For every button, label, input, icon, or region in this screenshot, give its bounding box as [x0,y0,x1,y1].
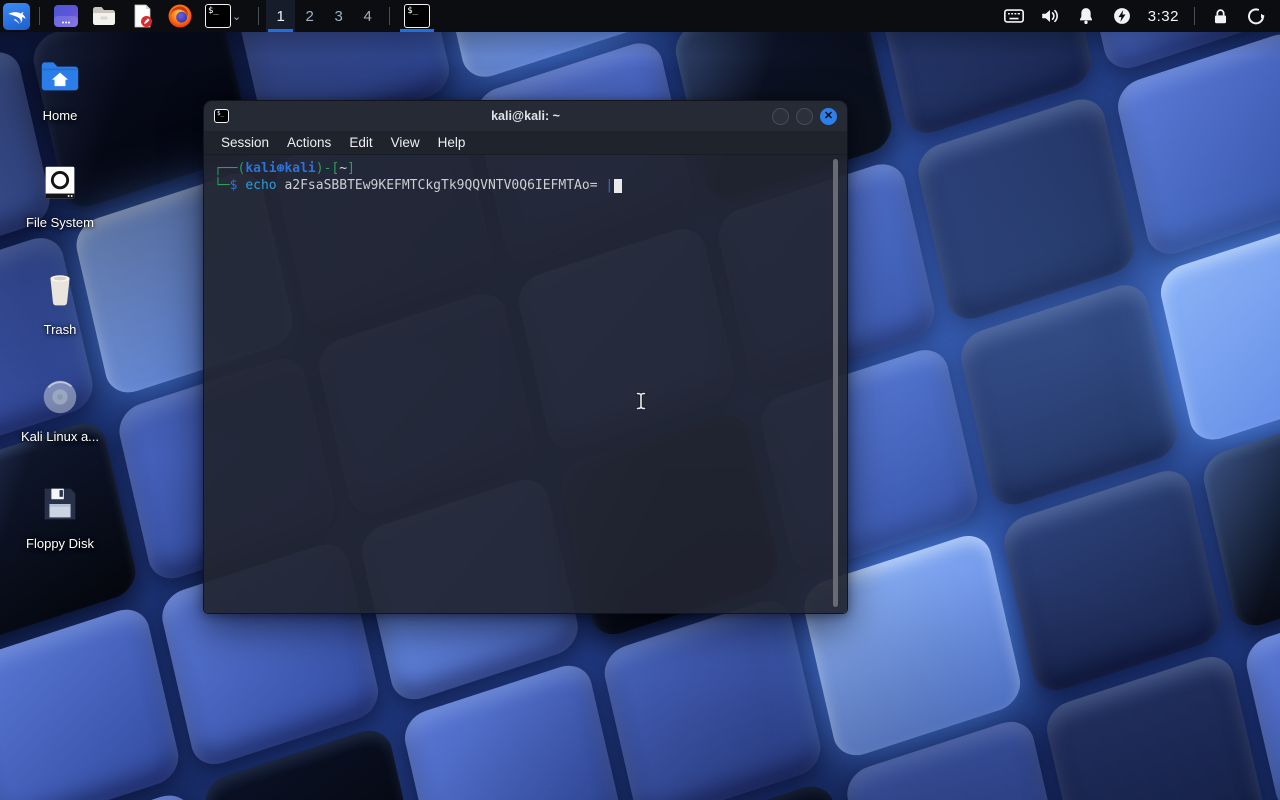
desktop-icon-label: File System [26,215,94,230]
close-button[interactable]: ✕ [820,108,837,125]
desktop-icon-file-system[interactable]: File System [16,159,104,237]
prompt-frame: ┌──( [214,161,245,176]
panel-separator [389,7,390,25]
desktop: $_ ⌄ 1 2 3 4 $_ [0,0,1280,800]
terminal-icon: $_ [404,4,430,28]
workspace-2-label: 2 [306,8,314,25]
launcher-text-editor[interactable] [123,0,161,32]
desktop-icon-label: Kali Linux a... [21,429,99,444]
hard-drive-icon [36,159,84,207]
desktop-icon-home[interactable]: Home [16,52,104,130]
lock-screen-icon[interactable] [1209,5,1231,27]
home-folder-icon [36,52,84,100]
menu-edit[interactable]: Edit [342,133,379,152]
panel-separator [1194,7,1195,25]
chevron-down-icon[interactable]: ⌄ [231,10,245,23]
workspace-3[interactable]: 3 [324,0,353,32]
file-manager-icon [91,3,117,29]
taskbar-item-terminal[interactable]: $_ [397,0,437,32]
terminal-icon: $_ [205,4,231,28]
menu-view[interactable]: View [384,133,427,152]
terminal-content[interactable]: ┌──(kali⊛kali)-[~] └─$ echo a2FsaSBBTEw9… [204,155,847,613]
menu-help[interactable]: Help [431,133,473,152]
prompt-host: kali [284,161,315,176]
workspace-1[interactable]: 1 [266,0,295,32]
keyboard-layout-icon[interactable] [1003,5,1025,27]
desktop-icon-label: Home [43,108,78,123]
desktop-icon-label: Trash [44,322,77,337]
prompt-user: kali [245,161,276,176]
clock[interactable]: 3:32 [1148,8,1179,25]
workspace-3-label: 3 [335,8,343,25]
workspace-4[interactable]: 4 [353,0,382,32]
prompt-line-2: └─$ echo a2FsaSBBTEw9KEFMTCkgTk9QQVNTV0Q… [214,177,837,194]
launcher-file-manager[interactable] [85,0,123,32]
minimize-button[interactable] [772,108,789,125]
panel-right: 3:32 [996,0,1280,32]
desktop-icon-kali-linux-disc[interactable]: Kali Linux a... [16,373,104,451]
workspace-4-label: 4 [364,8,372,25]
menubar: Session Actions Edit View Help [204,131,847,155]
menu-session[interactable]: Session [214,133,276,152]
terminal-window: $_ kali@kali: ~ ✕ Session Actions Edit V… [203,100,848,614]
titlebar[interactable]: $_ kali@kali: ~ ✕ [204,101,847,131]
menu-actions[interactable]: Actions [280,133,338,152]
prompt-path: ~ [339,161,347,176]
desktop-icon-column: Home File System Trash Kali Linux a... F… [16,52,104,587]
desktop-icon-trash[interactable]: Trash [16,266,104,344]
desktop-icon-label: Floppy Disk [26,536,94,551]
launcher-dashboard[interactable] [47,0,85,32]
floppy-disk-icon [36,480,84,528]
desktop-icon-floppy-disk[interactable]: Floppy Disk [16,480,104,558]
prompt-line-1: ┌──(kali⊛kali)-[~] [214,160,837,177]
window-title: kali@kali: ~ [204,109,847,123]
workspace-1-label: 1 [277,8,285,25]
launcher-terminal[interactable]: $_ ⌄ [199,0,251,32]
pipe-character: | [605,178,613,193]
window-terminal-icon: $_ [214,109,229,123]
prompt-frame: )-[ [316,161,339,176]
top-panel: $_ ⌄ 1 2 3 4 $_ [0,0,1280,32]
firefox-icon [167,3,193,29]
log-out-icon[interactable] [1245,5,1267,27]
terminal-scrollbar[interactable] [833,159,838,607]
dashboard-icon [53,3,79,29]
applications-menu-button[interactable] [0,0,32,32]
command-text: echo [245,178,276,193]
prompt-frame: ] [347,161,355,176]
window-controls: ✕ [772,108,837,125]
power-manager-icon[interactable] [1111,5,1133,27]
kali-dragon-icon [3,3,30,30]
volume-icon[interactable] [1039,5,1061,27]
notifications-bell-icon[interactable] [1075,5,1097,27]
panel-left: $_ ⌄ 1 2 3 4 $_ [0,0,437,32]
workspace-2[interactable]: 2 [295,0,324,32]
text-editor-icon [129,3,155,29]
trash-can-icon [36,266,84,314]
launcher-firefox[interactable] [161,0,199,32]
prompt-frame: └─ [214,178,230,193]
optical-disc-icon [36,373,84,421]
command-argument: a2FsaSBBTEw9KEFMTCkgTk9QQVNTV0Q6IEFMTAo= [284,178,597,193]
panel-separator [258,7,259,25]
maximize-button[interactable] [796,108,813,125]
panel-separator [39,7,40,25]
terminal-cursor [614,179,622,193]
